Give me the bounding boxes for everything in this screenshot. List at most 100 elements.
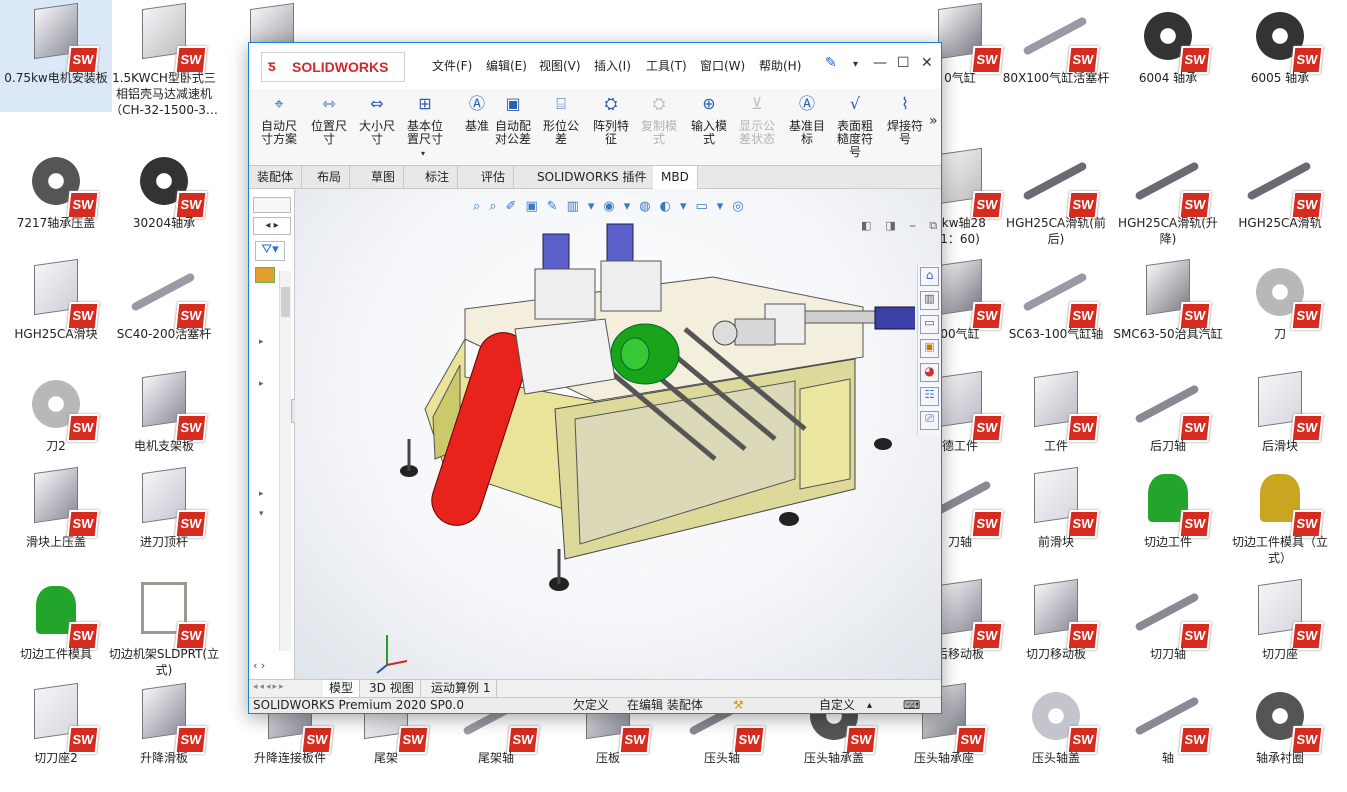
explorer-icon[interactable]: ▣	[920, 339, 939, 358]
maximize-button[interactable]: ☐	[897, 55, 910, 71]
scroll-thumb[interactable]	[281, 287, 290, 317]
file-label: 前滑块	[1037, 535, 1074, 549]
library-icon[interactable]: ▥	[920, 291, 939, 310]
units-dropdown-icon[interactable]: ▴	[867, 698, 872, 713]
desktop-file-item[interactable]: SW 0.75kw电机安装板	[0, 0, 112, 112]
command-button[interactable]: Ⓐ 基准目 标	[783, 94, 831, 146]
panel-arrows[interactable]: ◂ ▸	[253, 217, 291, 235]
desktop-file-item[interactable]: SW 30204轴承	[108, 145, 220, 257]
chevron-down-icon[interactable]: ▾	[853, 59, 858, 70]
command-label: 显示公 差状态	[738, 119, 775, 146]
desktop-file-item[interactable]: SW HGH25CA滑轨	[1224, 145, 1336, 257]
graphics-area[interactable]: ⌕⌕✐▣✎▥▾◉▾◍◐▾▭▾◎ ◧◨⎯⧉✕ ⌂ ▥ ▭ ▣ ◕ ☷ ⎚	[295, 189, 941, 679]
desktop-file-item[interactable]: SW 6004 轴承	[1112, 0, 1224, 112]
menu-tools[interactable]: 工具(T)	[646, 57, 687, 74]
panel-scrollbar[interactable]	[279, 271, 291, 651]
minimize-button[interactable]: —	[873, 55, 887, 71]
desktop-file-item[interactable]: SW SC63-100气缸轴	[1000, 256, 1112, 368]
desktop-file-item[interactable]: SW 切刀轴	[1112, 576, 1224, 688]
file-label: 切边工件	[1143, 535, 1192, 549]
desktop-file-item[interactable]: SW HGH25CA滑轨(前后)	[1000, 145, 1112, 257]
desktop-file-item[interactable]: SW 7217轴承压盖	[0, 145, 112, 257]
solidworks-logo[interactable]: ƽ SOLIDWORKS	[261, 52, 405, 82]
file-label: 滑块上压盖	[25, 535, 86, 549]
desktop-file-item[interactable]: SW 进刀顶杆	[108, 464, 220, 576]
desktop-file-item[interactable]: SW SC40-200活塞杆	[108, 256, 220, 368]
command-tab[interactable]: MBD	[653, 166, 698, 189]
desktop-file-item[interactable]: SW 滑块上压盖	[0, 464, 112, 576]
desktop-file-item[interactable]: SW 升降滑板	[108, 680, 220, 792]
command-button[interactable]: ⇔ 大小尺 寸	[353, 96, 401, 146]
menu-file[interactable]: 文件(F)	[432, 57, 472, 74]
desktop-file-item[interactable]: SW 6005 轴承	[1224, 0, 1336, 112]
command-tab[interactable]: 评估	[473, 166, 515, 189]
command-button[interactable]: ⛭ 复制模 式	[635, 96, 683, 146]
bottom-tab[interactable]: 3D 视图	[363, 680, 421, 697]
desktop-file-item[interactable]: SW 切刀座	[1224, 576, 1336, 688]
command-button[interactable]: ⌸ 形位公 差	[537, 96, 585, 146]
command-icon: Ⓐ	[798, 94, 815, 113]
desktop-file-item[interactable]: SW 前滑块	[1000, 464, 1112, 576]
command-tab[interactable]: 布局	[309, 166, 351, 189]
command-button[interactable]: ⊞ 基本位 置尺寸	[401, 96, 449, 146]
desktop-file-item[interactable]: SW SMC63-50治具汽缸	[1112, 256, 1224, 368]
desktop-file-item[interactable]: SW HGH25CA滑块	[0, 256, 112, 368]
menu-view[interactable]: 视图(V)	[539, 57, 581, 74]
command-button[interactable]: ⊕ 输入模 式	[685, 96, 733, 146]
desktop-file-item[interactable]: SW 刀	[1224, 256, 1336, 368]
menu-edit[interactable]: 编辑(E)	[486, 57, 527, 74]
assembly-model[interactable]	[295, 189, 915, 679]
menu-help[interactable]: 帮助(H)	[759, 57, 801, 74]
file-label: 轴	[1161, 751, 1174, 765]
command-button[interactable]: √ 表面粗 糙度符 号	[831, 96, 879, 159]
chevron-down-icon[interactable]: ▾	[421, 149, 425, 158]
command-button[interactable]: ⊻ 显示公 差状态	[733, 96, 781, 146]
home-icon[interactable]: ⌂	[920, 267, 939, 286]
command-tab[interactable]: SOLIDWORKS 插件	[529, 166, 656, 189]
folder-icon[interactable]: ▭	[920, 315, 939, 334]
tab-nav-icon[interactable]: ◂◂◂▸▸	[253, 682, 286, 692]
rebuild-icon[interactable]: ⚒	[733, 698, 744, 713]
desktop-file-item[interactable]: SW 1.5KWCH型卧式三相铝壳马达减速机（CH-32-1500-3…	[108, 0, 220, 117]
tree-expand-icon[interactable]: ▸	[259, 337, 264, 347]
pin-icon[interactable]: ✎	[825, 55, 837, 71]
command-button[interactable]: ⌇ 焊接符 号	[881, 96, 929, 146]
desktop-file-item[interactable]: SW 轴	[1112, 680, 1224, 792]
file-label: 压头轴承盖	[803, 751, 864, 765]
command-tab[interactable]: 草图	[363, 166, 405, 189]
tree-collapse-icon[interactable]: ▾	[259, 509, 264, 519]
command-button[interactable]: ⇿ 位置尺 寸	[305, 96, 353, 146]
status-units[interactable]: 自定义	[819, 698, 855, 713]
tree-expand-icon[interactable]: ▸	[259, 379, 264, 389]
menu-window[interactable]: 窗口(W)	[700, 57, 745, 74]
command-button[interactable]: ⌖ 自动尺 寸方案	[255, 96, 303, 146]
desktop-file-item[interactable]: SW 切边工件	[1112, 464, 1224, 576]
tree-expand-icon[interactable]: ▸	[259, 489, 264, 499]
desktop-file-item[interactable]: SW HGH25CA滑轨(升降)	[1112, 145, 1224, 257]
close-button[interactable]: ✕	[921, 55, 933, 71]
desktop-file-item[interactable]: SW 80X100气缸活塞杆	[1000, 0, 1112, 112]
more-commands-icon[interactable]: »	[929, 113, 938, 129]
desktop-file-item[interactable]: SW 切边工件模具	[0, 576, 112, 688]
desktop-file-item[interactable]: SW 切边机架SLDPRT(立式)	[108, 576, 220, 688]
filter-icon[interactable]: ⛛▾	[255, 241, 285, 261]
desktop-file-item[interactable]: SW 切边工件模具（立式）	[1224, 464, 1336, 576]
appearance-icon[interactable]: ◕	[920, 363, 939, 382]
assembly-icon[interactable]	[255, 267, 275, 283]
command-tab[interactable]: 标注	[417, 166, 459, 189]
command-button[interactable]: ⛭ 阵列特 征	[587, 96, 635, 146]
properties-icon[interactable]: ☷	[920, 387, 939, 406]
command-tab[interactable]: 装配体	[249, 166, 303, 189]
desktop-file-item[interactable]: SW 切刀移动板	[1000, 576, 1112, 688]
help-tooltip-icon[interactable]: ⌨	[903, 698, 920, 713]
bottom-tab[interactable]: 运动算例 1	[425, 680, 498, 697]
panel-tabs[interactable]	[253, 197, 291, 213]
menu-insert[interactable]: 插入(I)	[594, 57, 631, 74]
command-button[interactable]: ▣ 自动配 对公差	[489, 96, 537, 146]
desktop-file-item[interactable]: SW 轴承衬圈	[1224, 680, 1336, 792]
bottom-tab[interactable]: 模型	[323, 680, 361, 697]
panel-scroll-arrows[interactable]: ‹ ›	[253, 659, 265, 672]
forum-icon[interactable]: ⎚	[920, 411, 939, 430]
desktop-file-item[interactable]: SW 压头轴盖	[1000, 680, 1112, 792]
desktop-file-item[interactable]: SW 切刀座2	[0, 680, 112, 792]
